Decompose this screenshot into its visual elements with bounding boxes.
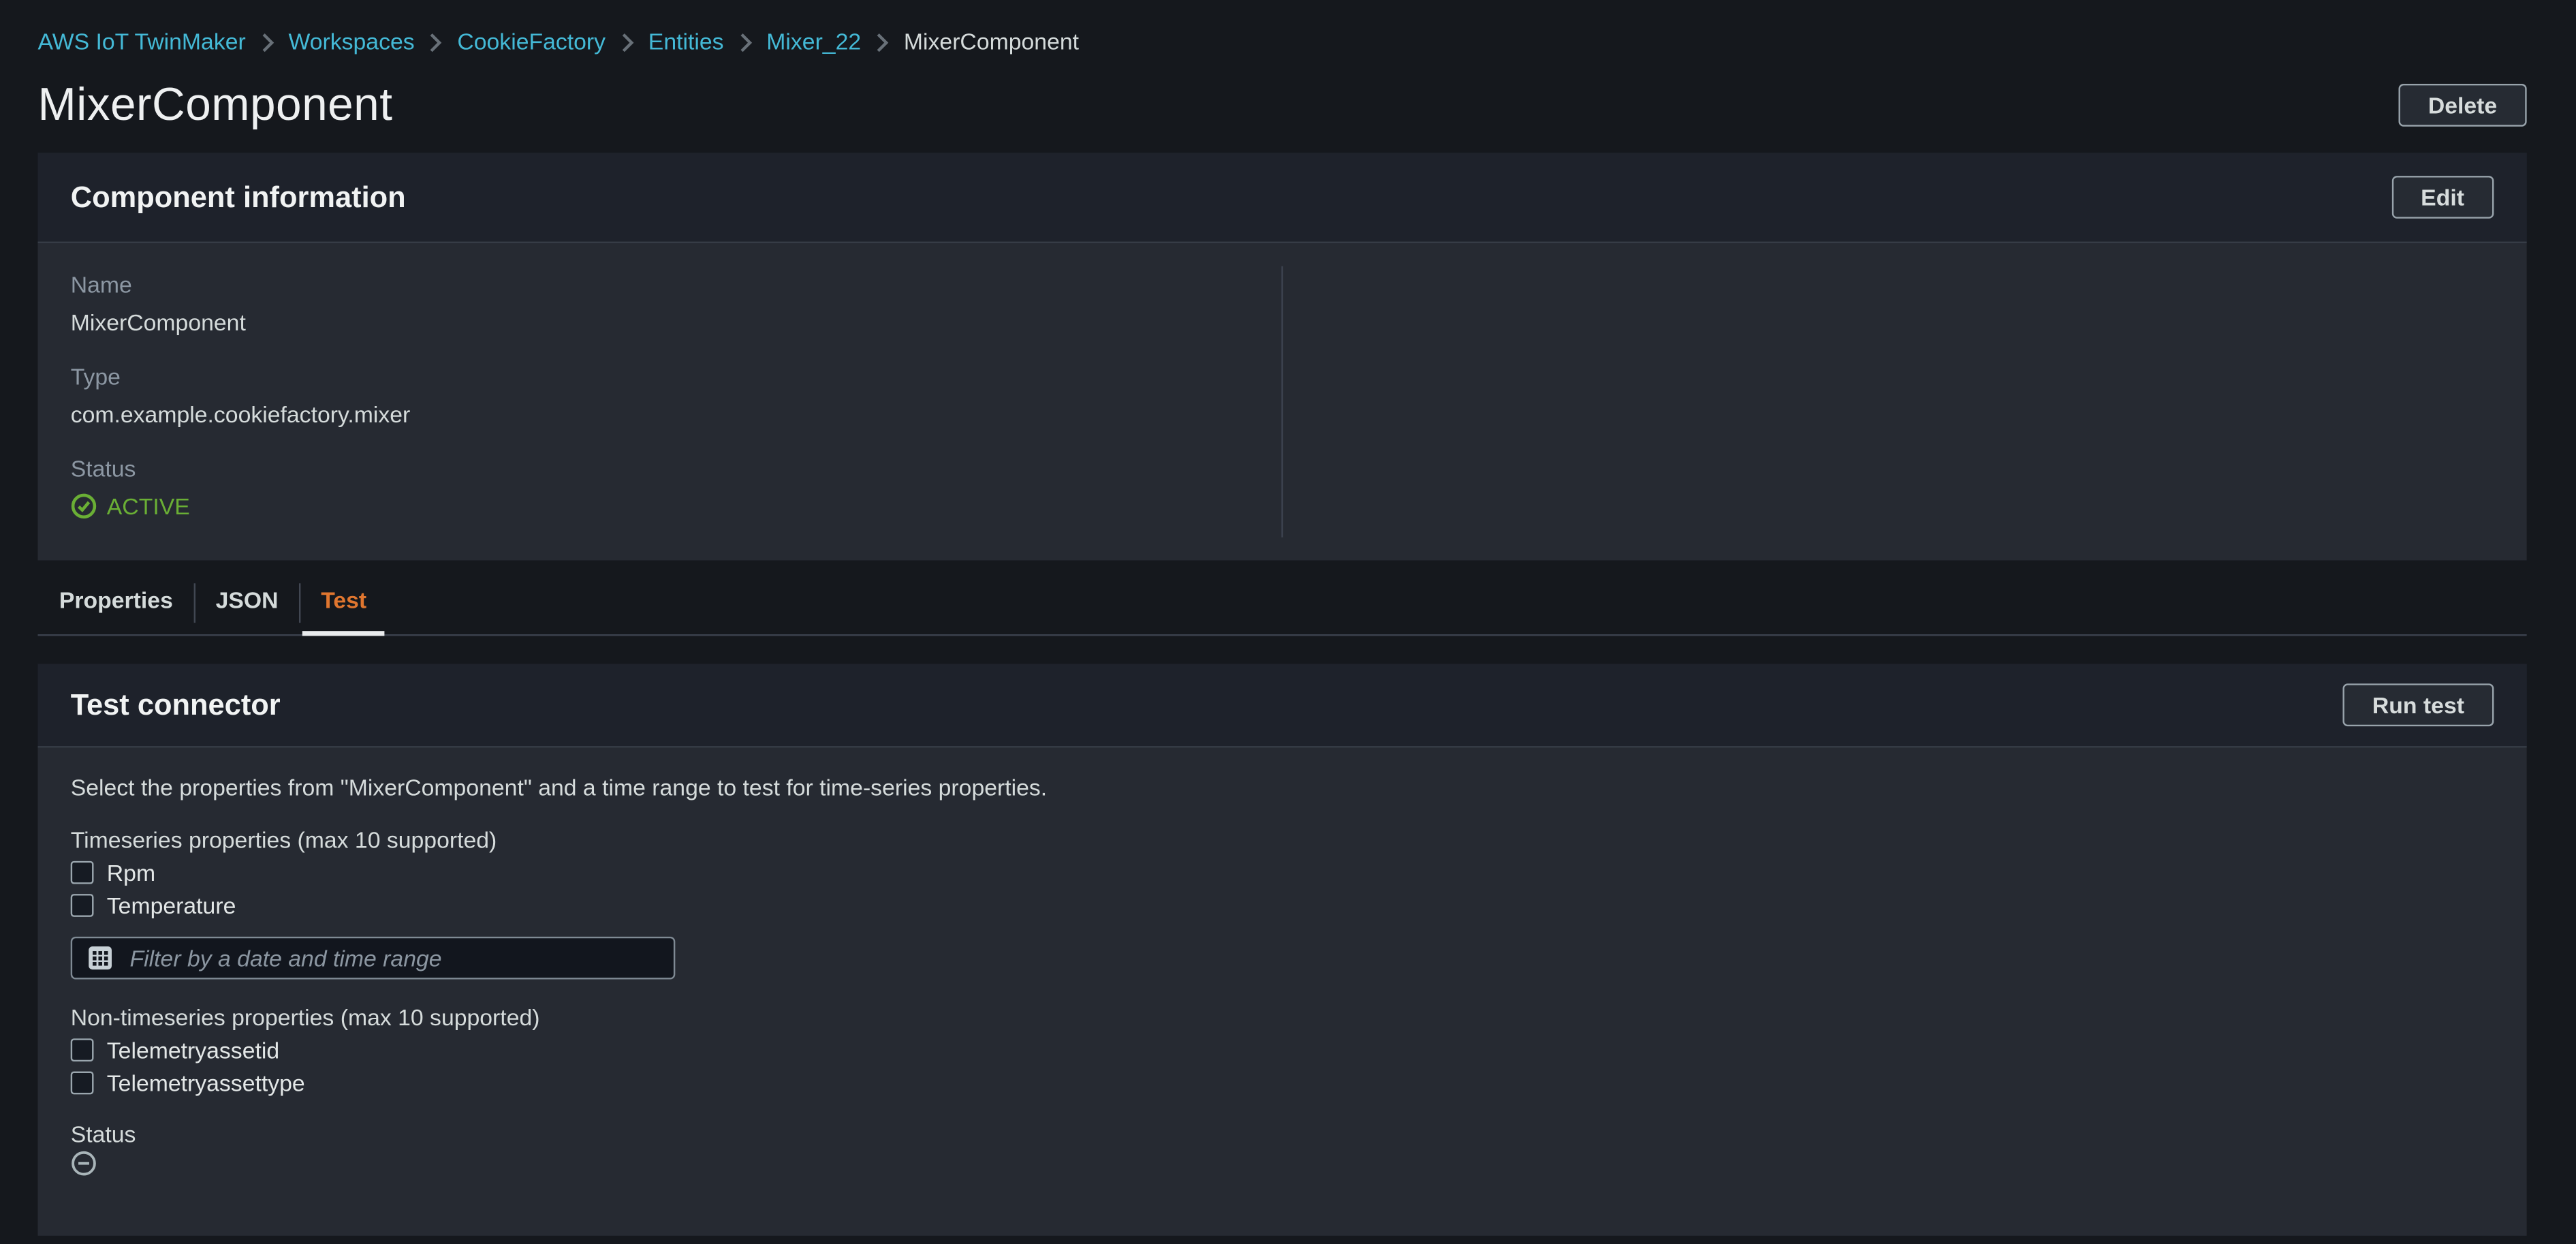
telemetryassetid-checkbox[interactable] <box>71 1038 94 1061</box>
telemetryassetid-checkbox-label: Telemetryassetid <box>107 1033 279 1066</box>
chevron-right-icon <box>429 32 442 52</box>
tab-properties[interactable]: Properties <box>37 570 194 634</box>
test-status-label: Status <box>71 1117 2494 1150</box>
rpm-checkbox[interactable] <box>71 861 94 884</box>
temperature-checkbox[interactable] <box>71 894 94 917</box>
rpm-checkbox-label: Rpm <box>107 856 155 889</box>
calendar-grid-icon <box>87 945 114 971</box>
timeseries-option-row[interactable]: Rpm <box>71 856 2494 889</box>
tab-json[interactable]: JSON <box>194 570 300 634</box>
telemetryassettype-checkbox-label: Telemetryassettype <box>107 1066 305 1099</box>
chevron-right-icon <box>876 32 889 52</box>
temperature-checkbox-label: Temperature <box>107 889 236 922</box>
telemetryassettype-checkbox[interactable] <box>71 1072 94 1095</box>
breadcrumb-aws-iot-twinmaker[interactable]: AWS IoT TwinMaker <box>37 28 245 56</box>
component-info-column-2 <box>1281 266 2526 538</box>
component-information-body: Name MixerComponent Type com.example.coo… <box>37 243 2526 561</box>
breadcrumb-mixer-22[interactable]: Mixer_22 <box>766 28 861 56</box>
check-circle-icon <box>71 493 97 520</box>
test-connector-header: Test connector Run test <box>37 664 2526 747</box>
breadcrumb: AWS IoT TwinMaker Workspaces CookieFacto… <box>37 0 2526 56</box>
breadcrumb-cookiefactory[interactable]: CookieFactory <box>457 28 606 56</box>
date-range-filter-placeholder: Filter by a date and time range <box>130 938 442 978</box>
test-connector-description: Select the properties from "MixerCompone… <box>71 771 2494 803</box>
non-timeseries-option-row[interactable]: Telemetryassetid <box>71 1033 2494 1066</box>
test-connector-body: Select the properties from "MixerCompone… <box>37 747 2526 1235</box>
name-value: MixerComponent <box>71 306 1248 339</box>
component-information-title: Component information <box>71 176 406 217</box>
chevron-right-icon <box>260 32 273 52</box>
test-connector-panel: Test connector Run test Select the prope… <box>37 664 2526 1235</box>
run-test-button[interactable]: Run test <box>2342 683 2494 726</box>
timeseries-properties-label: Timeseries properties (max 10 supported) <box>71 823 2494 856</box>
type-field: Type com.example.cookiefactory.mixer <box>71 363 1248 431</box>
minus-circle-icon <box>71 1150 97 1177</box>
timeseries-option-row[interactable]: Temperature <box>71 889 2494 922</box>
page: AWS IoT TwinMaker Workspaces CookieFacto… <box>0 0 2576 1236</box>
breadcrumb-entities[interactable]: Entities <box>648 28 724 56</box>
delete-button[interactable]: Delete <box>2398 83 2526 126</box>
tab-test[interactable]: Test <box>300 570 388 634</box>
type-value: com.example.cookiefactory.mixer <box>71 398 1248 431</box>
status-label: Status <box>71 455 1248 483</box>
status-value: ACTIVE <box>71 490 1248 523</box>
tabs-bar: Properties JSON Test <box>37 570 2526 636</box>
component-info-column-1: Name MixerComponent Type com.example.coo… <box>37 243 1281 561</box>
test-status-value <box>71 1150 2494 1177</box>
breadcrumb-current: MixerComponent <box>904 28 1079 56</box>
chevron-right-icon <box>738 32 751 52</box>
status-active-text: ACTIVE <box>107 490 190 523</box>
test-connector-title: Test connector <box>71 685 281 726</box>
edit-button[interactable]: Edit <box>2391 176 2494 219</box>
name-label: Name <box>71 271 1248 299</box>
non-timeseries-option-row[interactable]: Telemetryassettype <box>71 1066 2494 1099</box>
name-field: Name MixerComponent <box>71 271 1248 339</box>
breadcrumb-workspaces[interactable]: Workspaces <box>288 28 414 56</box>
status-field: Status ACTIVE <box>71 455 1248 523</box>
page-title: MixerComponent <box>37 77 392 131</box>
component-information-header: Component information Edit <box>37 153 2526 243</box>
type-label: Type <box>71 363 1248 391</box>
component-information-panel: Component information Edit Name MixerCom… <box>37 153 2526 560</box>
chevron-right-icon <box>621 32 633 52</box>
non-timeseries-properties-label: Non-timeseries properties (max 10 suppor… <box>71 1001 2494 1033</box>
date-range-filter-input[interactable]: Filter by a date and time range <box>71 937 676 980</box>
